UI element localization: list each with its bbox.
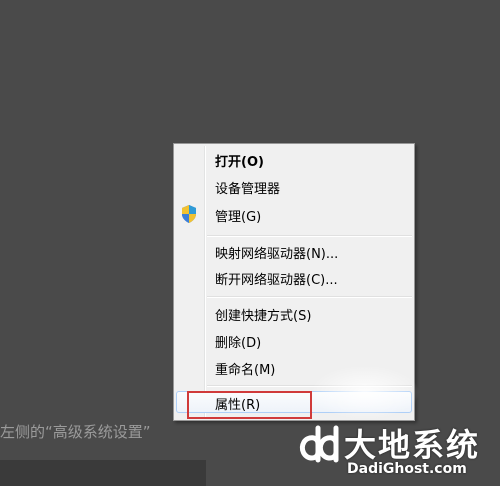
menu-item-label: 设备管理器	[215, 182, 281, 197]
bottom-dark-strip	[0, 460, 206, 486]
dadi-logo-icon	[299, 425, 339, 463]
menu-item-label: 断开网络驱动器(C)...	[215, 273, 338, 288]
menu-item-create-shortcut[interactable]: 创建快捷方式(S)	[176, 302, 412, 324]
menu-separator	[207, 235, 412, 237]
menu-item-label: 打开(O)	[215, 155, 264, 170]
caption-text: 左侧的“高级系统设置”	[0, 423, 151, 441]
properties-highlight-box	[187, 391, 312, 419]
menu-item-open[interactable]: 打开(O)	[176, 148, 412, 170]
menu-item-label: 管理(G)	[215, 210, 262, 225]
watermark: 大地系统 DadiGhost.com	[292, 418, 498, 484]
uac-shield-icon	[182, 205, 196, 223]
menu-item-label: 删除(D)	[215, 336, 262, 351]
menu-item-label: 重命名(M)	[215, 363, 276, 378]
menu-item-disconnect-network-drive[interactable]: 断开网络驱动器(C)...	[176, 266, 412, 288]
bright-glow-overlay	[310, 365, 420, 420]
menu-item-label: 创建快捷方式(S)	[215, 309, 312, 324]
menu-item-label: 映射网络驱动器(N)...	[215, 247, 339, 262]
watermark-url: DadiGhost.com	[347, 461, 467, 477]
menu-item-device-manager[interactable]: 设备管理器	[176, 175, 412, 197]
watermark-brand: 大地系统	[344, 426, 481, 464]
menu-item-manage[interactable]: 管理(G)	[176, 203, 412, 225]
menu-item-delete[interactable]: 删除(D)	[176, 329, 412, 351]
menu-separator	[207, 296, 412, 298]
menu-item-map-network-drive[interactable]: 映射网络驱动器(N)...	[176, 240, 412, 262]
